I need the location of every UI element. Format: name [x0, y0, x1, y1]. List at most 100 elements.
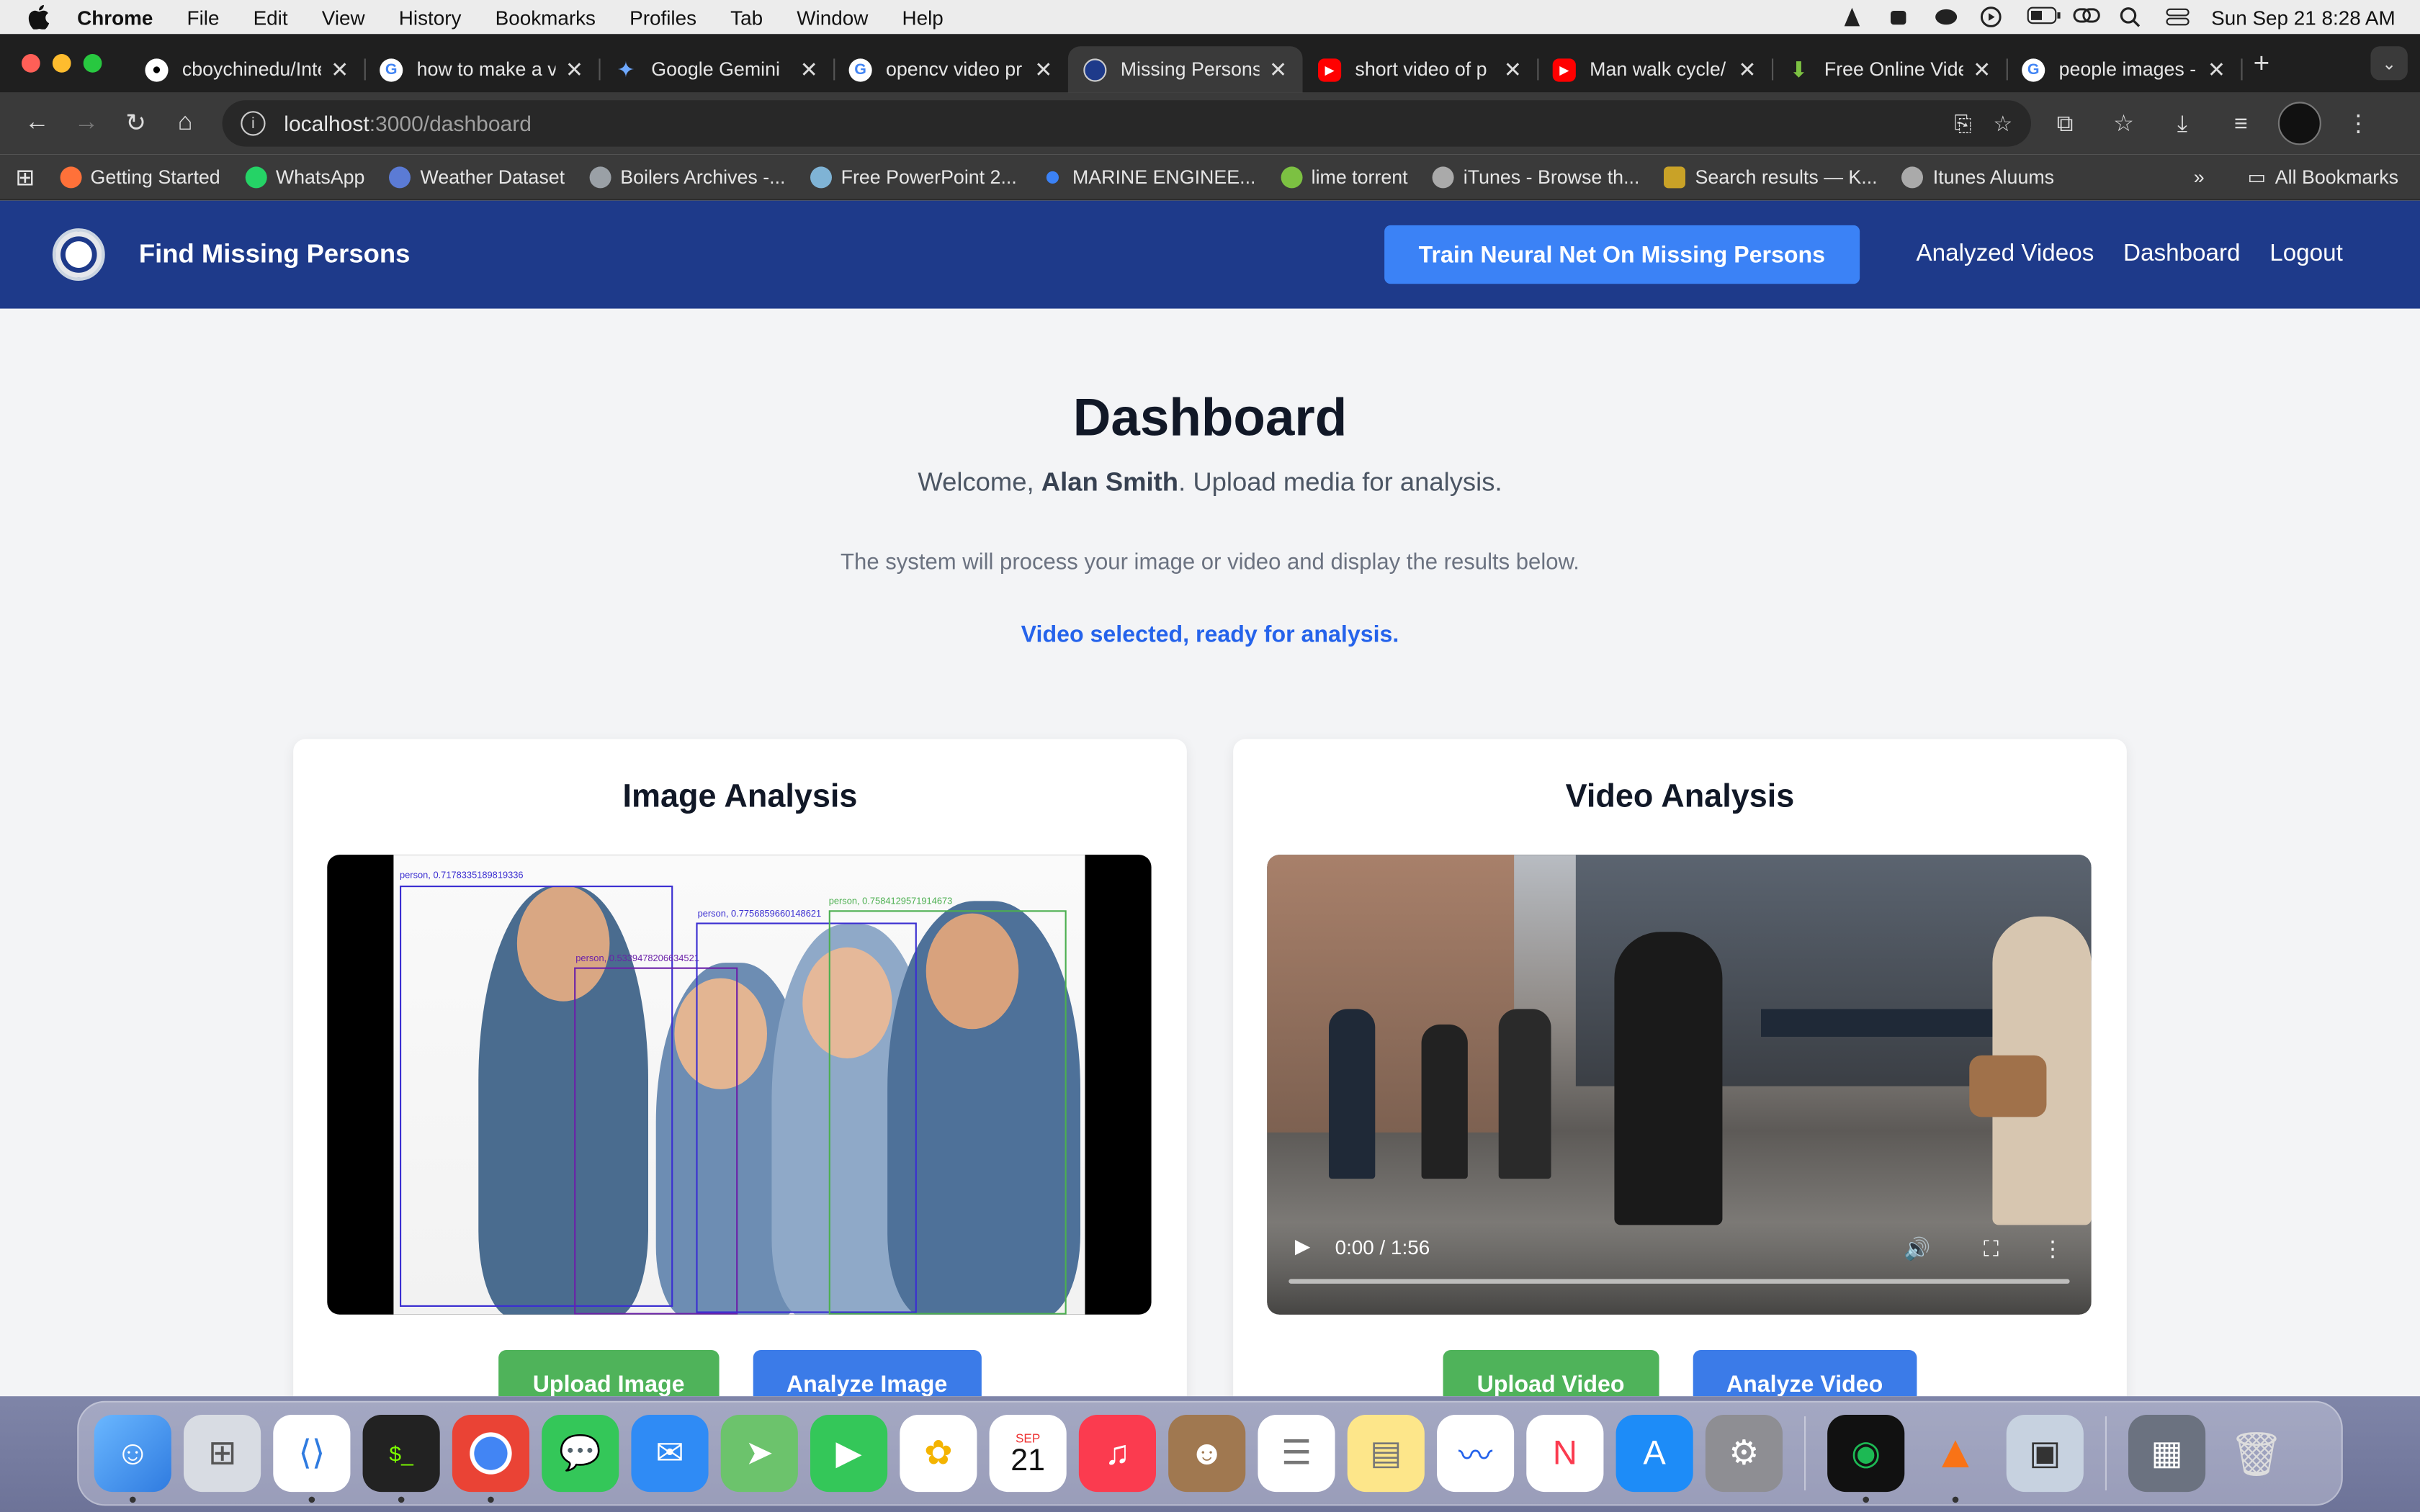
chrome-menu-icon[interactable]: ⋮ [2336, 102, 2380, 145]
close-tab-icon[interactable]: ✕ [1504, 56, 1522, 82]
upload-image-button[interactable]: Upload Image [498, 1350, 719, 1397]
analyze-video-button[interactable]: Analyze Video [1692, 1350, 1917, 1397]
link-status-icon[interactable] [2072, 6, 2100, 28]
finder-icon[interactable]: ☺ [94, 1414, 171, 1503]
terminal-icon[interactable]: $_ [362, 1414, 440, 1503]
play-status-icon[interactable] [1980, 6, 2004, 28]
spotlight-search-icon[interactable] [2119, 6, 2143, 28]
menu-help[interactable]: Help [902, 6, 944, 29]
site-info-icon[interactable]: i [241, 111, 266, 136]
close-tab-icon[interactable]: ✕ [565, 56, 583, 82]
reading-list-icon[interactable]: ☆ [2102, 102, 2146, 145]
menu-history[interactable]: History [399, 6, 462, 29]
tab[interactable]: Ghow to make a v ✕ [364, 46, 601, 92]
bookmark-item[interactable]: MARINE ENGINEE... [1041, 166, 1255, 187]
close-tab-icon[interactable]: ✕ [1738, 56, 1756, 82]
tab[interactable]: ⬇ Free Online Vide ✕ [1772, 46, 2008, 92]
bookmark-item[interactable]: Free PowerPoint 2... [810, 166, 1017, 188]
menu-app-name[interactable]: Chrome [77, 6, 153, 29]
tab[interactable]: Gpeople images - ✕ [2007, 46, 2243, 92]
menu-file[interactable]: File [187, 6, 220, 29]
train-neural-net-button[interactable]: Train Neural Net On Missing Persons [1384, 225, 1860, 284]
system-settings-icon[interactable]: ⚙ [1705, 1414, 1783, 1493]
back-button[interactable]: ← [12, 99, 62, 148]
app-status-icon[interactable] [1887, 6, 1912, 28]
nav-dashboard[interactable]: Dashboard [2123, 240, 2240, 269]
new-tab-button[interactable]: + [2254, 47, 2270, 79]
agency-seal-logo[interactable] [52, 228, 105, 281]
vlc-icon[interactable]: ▲ [1917, 1415, 1994, 1503]
maps-icon[interactable]: ➤ [720, 1414, 798, 1493]
tab[interactable]: ▶ Man walk cycle/ ✕ [1537, 46, 1774, 92]
menu-view[interactable]: View [322, 6, 365, 29]
brand-name[interactable]: Find Missing Persons [139, 239, 411, 270]
video-progress-bar[interactable] [1289, 1279, 2070, 1284]
app-store-icon[interactable]: A [1615, 1414, 1693, 1493]
reload-button[interactable]: ↻ [111, 99, 161, 148]
minimize-window-button[interactable] [52, 54, 71, 73]
close-window-button[interactable] [22, 54, 40, 73]
zoom-window-button[interactable] [83, 54, 102, 73]
address-bar[interactable]: i localhost:3000/dashboard ⎘ ☆ [222, 100, 2032, 147]
mail-icon[interactable]: ✉ [631, 1414, 709, 1493]
apple-menu-icon[interactable] [28, 4, 56, 30]
cone-status-icon[interactable] [1841, 6, 1865, 28]
preview-icon[interactable]: ▣ [2006, 1414, 2084, 1493]
spotify-icon[interactable]: ◉ [1827, 1414, 1905, 1503]
play-icon[interactable]: ▶ [1295, 1234, 1310, 1259]
tab[interactable]: ▶ short video of p ✕ [1303, 46, 1539, 92]
analyze-image-button[interactable]: Analyze Image [752, 1350, 982, 1397]
upload-video-button[interactable]: Upload Video [1443, 1350, 1659, 1397]
close-tab-icon[interactable]: ✕ [1034, 56, 1052, 82]
bookmark-star-icon[interactable]: ☆ [1993, 110, 2012, 136]
notes-icon[interactable]: ▤ [1347, 1414, 1425, 1493]
bookmark-item[interactable]: WhatsApp [244, 166, 364, 188]
nav-logout[interactable]: Logout [2269, 240, 2343, 269]
forward-button[interactable]: → [62, 99, 112, 148]
battery-icon[interactable] [2026, 6, 2061, 28]
contacts-icon[interactable]: ☻ [1168, 1414, 1246, 1493]
calendar-icon[interactable]: SEP 21 [989, 1414, 1067, 1493]
photos-icon[interactable]: ✿ [900, 1414, 977, 1493]
more-bookmarks-icon[interactable]: » [2194, 166, 2205, 187]
launchpad-icon[interactable]: ⊞ [183, 1414, 261, 1493]
apps-grid-icon[interactable]: ⊞ [15, 163, 35, 190]
trash-icon[interactable]: 🗑 [2218, 1415, 2295, 1492]
nav-analyzed-videos[interactable]: Analyzed Videos [1916, 240, 2094, 269]
downloads-icon[interactable]: ⤓ [2161, 102, 2204, 145]
elephant-status-icon[interactable] [1933, 6, 1958, 28]
bookmark-item[interactable]: Itunes Aluums [1901, 166, 2054, 188]
tab[interactable]: ● cboychinedu/Inte ✕ [130, 46, 366, 92]
menu-tab[interactable]: Tab [730, 6, 763, 29]
chrome-icon[interactable] [452, 1414, 529, 1503]
bookmark-item[interactable]: Getting Started [59, 166, 220, 188]
facetime-icon[interactable]: ▶ [810, 1414, 888, 1493]
control-center-icon[interactable] [2165, 6, 2190, 28]
home-button[interactable]: ⌂ [161, 99, 210, 148]
tab-search-button[interactable]: ⌄ [2370, 46, 2408, 81]
tab[interactable]: Gopencv video pr ✕ [833, 46, 1068, 92]
more-options-icon[interactable]: ⋮ [2042, 1236, 2063, 1261]
vscode-icon[interactable]: ⟨⟩ [273, 1414, 351, 1503]
volume-icon[interactable]: 🔊 [1904, 1236, 1930, 1261]
bookmark-item[interactable]: Boilers Archives -... [589, 166, 785, 188]
menu-window[interactable]: Window [797, 6, 868, 29]
close-tab-icon[interactable]: ✕ [331, 56, 349, 82]
menu-profiles[interactable]: Profiles [629, 6, 696, 29]
close-tab-icon[interactable]: ✕ [1269, 56, 1287, 82]
bookmark-item[interactable]: Weather Dataset [389, 166, 565, 188]
media-controls-icon[interactable]: ≡ [2219, 102, 2262, 145]
install-app-icon[interactable]: ⎘ [1954, 110, 1971, 136]
fullscreen-icon[interactable]: ⛶ [1984, 1236, 1999, 1261]
messages-icon[interactable]: 💬 [542, 1414, 619, 1493]
video-player[interactable]: ▶ 0:00 / 1:56 🔊 ⛶ ⋮ [1267, 855, 2092, 1315]
menu-datetime[interactable]: Sun Sep 21 8:28 AM [2211, 6, 2396, 29]
profile-avatar[interactable] [2277, 102, 2321, 145]
bookmark-item[interactable]: lime torrent [1280, 166, 1408, 188]
bookmark-item[interactable]: Search results — K... [1664, 166, 1878, 188]
menu-edit[interactable]: Edit [254, 6, 288, 29]
reminders-icon[interactable]: ☰ [1258, 1414, 1335, 1493]
extensions-icon[interactable]: ⧉ [2043, 102, 2087, 145]
close-tab-icon[interactable]: ✕ [1973, 56, 1991, 82]
music-icon[interactable]: ♫ [1078, 1414, 1156, 1493]
